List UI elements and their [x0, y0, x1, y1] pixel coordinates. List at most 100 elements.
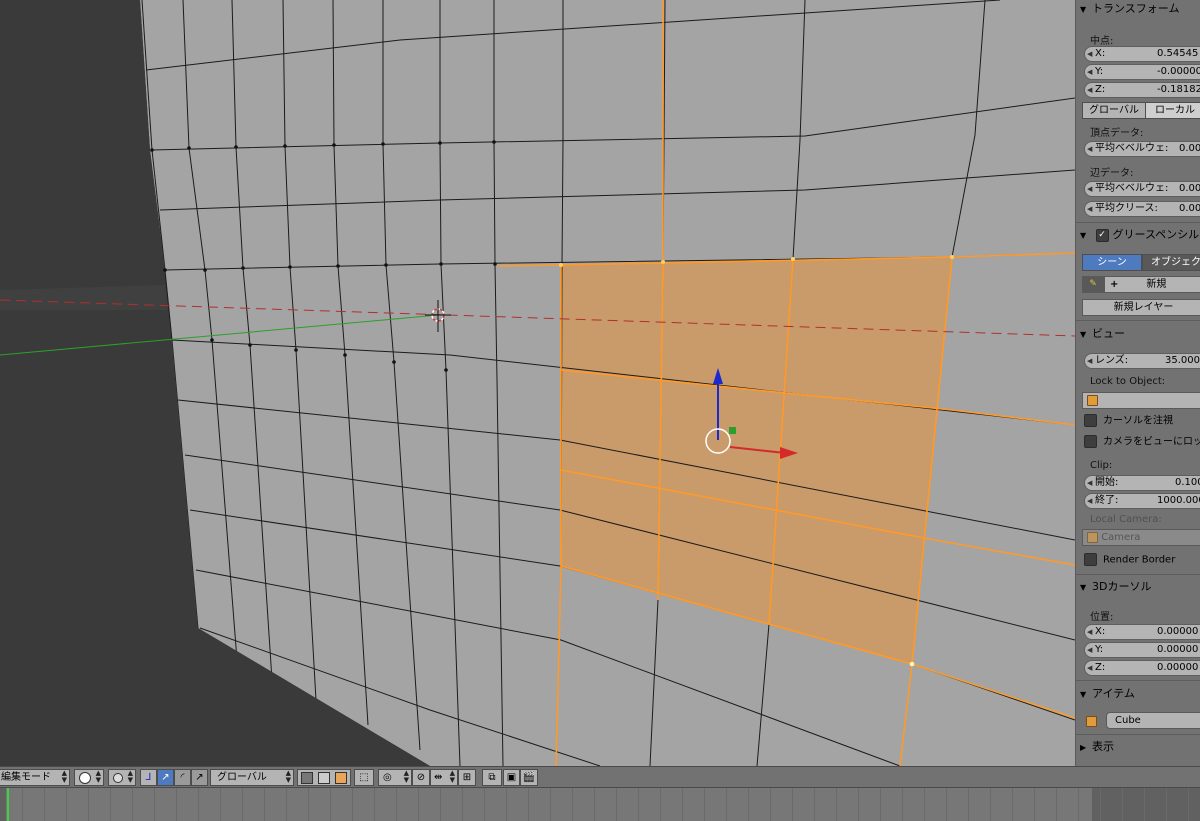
decrement-arrow-icon[interactable]: ◀ [1087, 494, 1092, 508]
grease-pencil-object-tab[interactable]: オブジェク [1142, 254, 1200, 271]
cursor-x-field[interactable]: ◀ X: 0.00000 [1084, 624, 1200, 640]
timeline-tick [924, 788, 925, 821]
lock-to-object-label: Lock to Object: [1090, 376, 1166, 387]
translate-manipulator-icon[interactable]: ↗ [157, 769, 174, 786]
median-z-field[interactable]: ◀ Z: -0.18182 [1084, 82, 1200, 98]
viewport-shading-selector[interactable]: ▲ ▼ [74, 769, 104, 786]
timeline-tick [1144, 788, 1145, 821]
decrement-arrow-icon[interactable]: ◀ [1087, 65, 1092, 79]
lock-camera-checkbox[interactable]: カメラをビューにロッ [1084, 435, 1200, 449]
manipulator-toggle-icon[interactable]: ⅃ [140, 769, 157, 786]
grease-pencil-scene-tab[interactable]: シーン [1082, 254, 1142, 271]
render-still-icon[interactable]: ▣ [503, 769, 520, 786]
timeline-tick [242, 788, 243, 821]
transform-panel-header[interactable]: ▼ トランスフォーム [1080, 0, 1179, 18]
timeline-tick [748, 788, 749, 821]
panel-divider [1076, 680, 1200, 681]
decrement-arrow-icon[interactable]: ◀ [1087, 354, 1092, 368]
plus-icon: + [1110, 279, 1119, 290]
3d-viewport[interactable] [0, 0, 1075, 766]
panel-divider [1076, 574, 1200, 575]
vertex-select-icon[interactable] [301, 772, 313, 784]
decrement-arrow-icon[interactable]: ◀ [1087, 643, 1092, 657]
view-panel-header[interactable]: ▼ ビュー [1080, 325, 1125, 343]
cursor-z-field[interactable]: ◀ Z: 0.00000 [1084, 660, 1200, 676]
decrement-arrow-icon[interactable]: ◀ [1087, 83, 1092, 97]
viewport-canvas[interactable] [0, 0, 1075, 766]
clip-end-field[interactable]: ◀ 終了: 1000.000 [1084, 493, 1200, 509]
up-down-arrows-icon: ▲ ▼ [449, 769, 455, 784]
panel-divider [1076, 222, 1200, 223]
vertex-data-label: 頂点データ: [1090, 128, 1144, 139]
grease-pencil-panel-header[interactable]: ▼ ✓ グリースペンシル [1080, 226, 1199, 244]
layer-buttons[interactable] [297, 769, 351, 786]
cursor-y-field[interactable]: ◀ Y: 0.00000 [1084, 642, 1200, 658]
pencil-icon[interactable]: ✎ [1082, 276, 1104, 293]
edge-bevel-weight-field[interactable]: ◀ 平均ベベルウェ: 0.00 [1084, 181, 1200, 197]
snap-target-icon[interactable]: ⊞ [458, 769, 476, 786]
clip-start-field[interactable]: ◀ 開始: 0.100 [1084, 475, 1200, 491]
vertex-bevel-weight-field[interactable]: ◀ 平均ベベルウェ: 0.00 [1084, 141, 1200, 157]
decrement-arrow-icon[interactable]: ◀ [1087, 625, 1092, 639]
decrement-arrow-icon[interactable]: ◀ [1087, 142, 1092, 156]
decrement-arrow-icon[interactable]: ◀ [1087, 661, 1092, 675]
collapse-triangle-icon: ▼ [1080, 5, 1087, 14]
checkbox-unchecked-icon [1084, 553, 1097, 566]
edge-crease-field[interactable]: ◀ 平均クリース: 0.00 [1084, 201, 1200, 217]
layer-toggle-icon[interactable]: ⧉ [482, 769, 502, 786]
decrement-arrow-icon[interactable]: ◀ [1087, 476, 1092, 490]
decrement-arrow-icon[interactable]: ◀ [1087, 47, 1092, 61]
timeline-tick [880, 788, 881, 821]
edge-select-icon[interactable] [318, 772, 330, 784]
collapse-triangle-icon: ▼ [1080, 231, 1087, 240]
timeline-tick [374, 788, 375, 821]
item-panel-header[interactable]: ▼ アイテム [1080, 685, 1135, 703]
grease-pencil-enable-checkbox[interactable]: ✓ [1095, 228, 1109, 242]
3d-view-header[interactable]: 編集モード ▲ ▼ ▲ ▼ ▲ ▼ ⅃ ↗ ◜ ↗ グローバル ▲ ▼ ⬚ ◎ ▲ ▼ ⊘… [0, 766, 1200, 788]
display-panel-header[interactable]: ▶ 表示 [1080, 738, 1114, 756]
object-name-field[interactable]: Cube [1106, 712, 1200, 729]
timeline-tick [814, 788, 815, 821]
pivot-icon [113, 773, 123, 783]
mode-selector[interactable]: 編集モード ▲ ▼ [0, 769, 70, 786]
timeline-tick [550, 788, 551, 821]
timeline-tick [220, 788, 221, 821]
timeline-tick [264, 788, 265, 821]
lock-cursor-checkbox[interactable]: カーソルを注視 [1084, 414, 1173, 428]
render-border-checkbox[interactable]: Render Border [1084, 553, 1175, 567]
lock-to-object-field[interactable] [1082, 392, 1200, 409]
local-toggle[interactable]: ローカル [1145, 102, 1200, 119]
current-frame-marker[interactable] [7, 788, 9, 821]
properties-panel[interactable]: ▼ トランスフォーム 中点: ◀ X: 0.54545 ◀ Y: -0.00000… [1075, 0, 1200, 766]
proportional-editing-selector[interactable]: ◎ ▲ ▼ [378, 769, 412, 786]
timeline-tick [506, 788, 507, 821]
scale-manipulator-icon[interactable]: ↗ [191, 769, 208, 786]
snap-increment-icon: ⇹ [434, 772, 443, 783]
local-camera-label: Local Camera: [1090, 514, 1162, 525]
snap-element-selector[interactable]: ⇹ ▲ ▼ [430, 769, 458, 786]
timeline[interactable] [0, 788, 1200, 821]
lens-field[interactable]: ◀ レンズ: 35.000 [1084, 353, 1200, 369]
median-y-field[interactable]: ◀ Y: -0.00000 [1084, 64, 1200, 80]
timeline-tick [1012, 788, 1013, 821]
timeline-tick [638, 788, 639, 821]
global-toggle[interactable]: グローバル [1082, 102, 1146, 119]
face-select-icon[interactable] [335, 772, 347, 784]
pivot-point-selector[interactable]: ▲ ▼ [108, 769, 136, 786]
decrement-arrow-icon[interactable]: ◀ [1087, 182, 1092, 196]
new-grease-pencil-button[interactable]: + 新規 [1104, 276, 1200, 293]
y-handle[interactable] [729, 427, 736, 434]
new-layer-button[interactable]: 新規レイヤー [1082, 299, 1200, 316]
3d-cursor-panel-header[interactable]: ▼ 3Dカーソル [1080, 578, 1151, 596]
proportional-circle-icon: ◎ [383, 772, 392, 783]
timeline-tick [88, 788, 89, 821]
rotate-manipulator-icon[interactable]: ◜ [174, 769, 191, 786]
snap-toggle-icon[interactable]: ⊘ [412, 769, 430, 786]
timeline-tick [154, 788, 155, 821]
timeline-tick [528, 788, 529, 821]
decrement-arrow-icon[interactable]: ◀ [1087, 202, 1092, 216]
transform-orientation-selector[interactable]: グローバル ▲ ▼ [210, 769, 294, 786]
limit-selection-icon[interactable]: ⬚ [354, 769, 374, 786]
render-animation-icon[interactable]: 🎬 [520, 769, 538, 786]
median-x-field[interactable]: ◀ X: 0.54545 [1084, 46, 1200, 62]
